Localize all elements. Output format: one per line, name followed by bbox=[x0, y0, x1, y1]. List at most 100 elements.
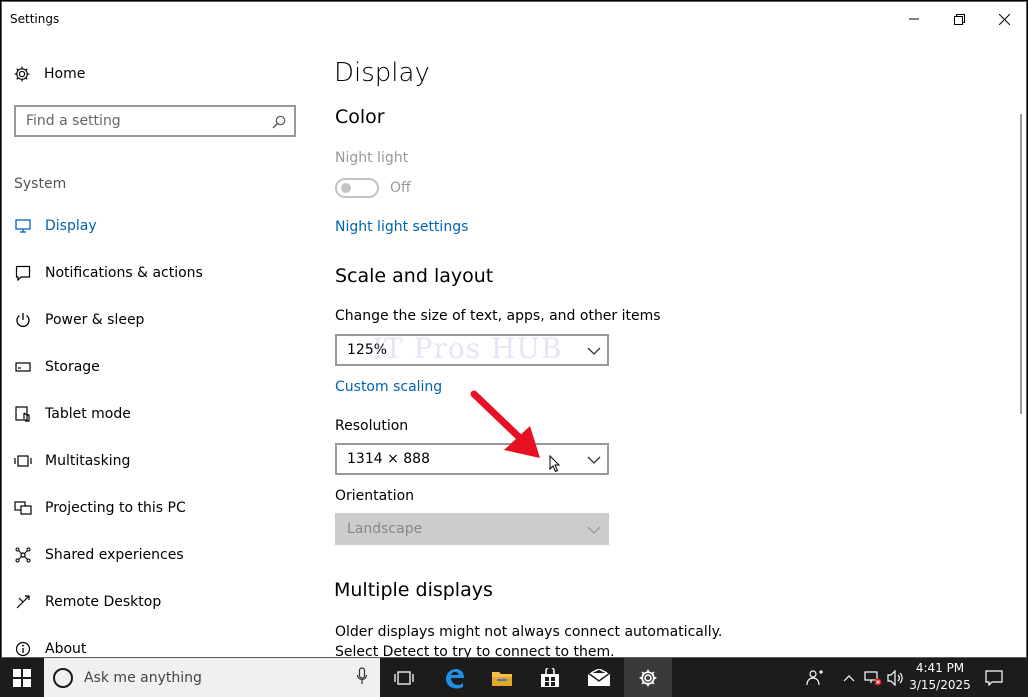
gear-icon bbox=[639, 669, 657, 686]
network-disconnected-icon bbox=[864, 670, 882, 685]
edge-button[interactable] bbox=[430, 658, 478, 697]
task-view-icon bbox=[394, 670, 414, 685]
sidebar-item-multitasking[interactable]: Multitasking bbox=[2, 437, 312, 484]
store-button[interactable] bbox=[526, 658, 574, 697]
volume-button[interactable] bbox=[886, 658, 906, 697]
gear-icon bbox=[12, 64, 32, 84]
chevron-down-icon bbox=[587, 523, 601, 539]
people-button[interactable] bbox=[804, 658, 826, 697]
sidebar-item-label: Shared experiences bbox=[45, 546, 184, 563]
sidebar-item-display[interactable]: Display bbox=[2, 202, 312, 249]
cortana-search-box[interactable]: Ask me anything bbox=[44, 658, 380, 697]
tablet-icon bbox=[14, 405, 32, 423]
settings-window: Settings Home System bbox=[1, 1, 1027, 658]
orientation-value: Landscape bbox=[347, 521, 423, 537]
close-icon bbox=[998, 13, 1010, 25]
minimize-button[interactable] bbox=[891, 2, 937, 36]
sidebar-item-label: Notifications & actions bbox=[45, 264, 203, 281]
main-content: Display Color Night light Off Night ligh… bbox=[334, 36, 1026, 657]
night-light-state: Off bbox=[390, 180, 411, 196]
edge-icon bbox=[446, 668, 464, 688]
cortana-icon bbox=[53, 667, 73, 688]
sidebar-item-power[interactable]: Power & sleep bbox=[2, 296, 312, 343]
microphone-icon[interactable] bbox=[356, 666, 368, 689]
show-hidden-icons-button[interactable] bbox=[840, 658, 858, 697]
sidebar-item-label: Display bbox=[45, 217, 97, 234]
multitasking-icon bbox=[14, 452, 32, 470]
orientation-label: Orientation bbox=[335, 488, 415, 504]
action-center-button[interactable] bbox=[982, 658, 1006, 697]
action-center-icon bbox=[985, 669, 1003, 686]
projecting-icon bbox=[14, 499, 32, 517]
sidebar-item-label: Power & sleep bbox=[45, 311, 145, 328]
section-label-system: System bbox=[14, 176, 67, 192]
windows-logo-icon bbox=[13, 668, 31, 687]
task-view-button[interactable] bbox=[380, 658, 428, 697]
remote-desktop-icon bbox=[14, 593, 32, 611]
home-label: Home bbox=[44, 66, 86, 82]
resolution-value: 1314 × 888 bbox=[347, 451, 430, 467]
notification-icon bbox=[14, 264, 32, 282]
search-icon[interactable] bbox=[272, 114, 286, 133]
sidebar-item-label: Projecting to this PC bbox=[45, 499, 186, 516]
sidebar-nav: Display Notifications & actions Power & … bbox=[2, 202, 312, 658]
sidebar-item-label: About bbox=[45, 640, 87, 657]
color-heading: Color bbox=[335, 106, 385, 128]
clock-time: 4:41 PM bbox=[915, 661, 965, 675]
multiple-displays-description: Older displays might not always connect … bbox=[335, 624, 723, 658]
restore-button[interactable] bbox=[936, 2, 982, 36]
scrollbar[interactable] bbox=[1020, 114, 1022, 414]
volume-icon bbox=[887, 669, 903, 686]
folder-icon bbox=[492, 671, 512, 686]
scale-layout-heading: Scale and layout bbox=[335, 265, 494, 287]
monitor-icon bbox=[14, 217, 32, 235]
info-icon bbox=[14, 640, 32, 658]
shared-icon bbox=[14, 546, 32, 564]
network-button[interactable] bbox=[862, 658, 884, 697]
sidebar-item-shared[interactable]: Shared experiences bbox=[2, 531, 312, 578]
sidebar-item-storage[interactable]: Storage bbox=[2, 343, 312, 390]
sidebar-item-remote-desktop[interactable]: Remote Desktop bbox=[2, 578, 312, 625]
title-bar: Settings bbox=[2, 2, 1026, 36]
sidebar-item-projecting[interactable]: Projecting to this PC bbox=[2, 484, 312, 531]
chevron-down-icon bbox=[587, 344, 601, 360]
mail-icon bbox=[587, 668, 611, 686]
sidebar-item-tablet[interactable]: Tablet mode bbox=[2, 390, 312, 437]
clock-date: 3/15/2025 bbox=[909, 678, 971, 692]
home-link[interactable]: Home bbox=[12, 64, 85, 84]
find-setting-search[interactable] bbox=[14, 105, 296, 137]
sidebar: Home System Display Notifications & acti… bbox=[2, 36, 312, 657]
page-title: Display bbox=[334, 58, 430, 88]
toggle-knob bbox=[341, 183, 351, 193]
scale-dropdown[interactable]: 125% bbox=[335, 334, 609, 366]
mail-button[interactable] bbox=[575, 658, 623, 697]
start-button[interactable] bbox=[0, 658, 44, 697]
close-button[interactable] bbox=[981, 2, 1026, 36]
window-title: Settings bbox=[10, 12, 60, 26]
night-light-settings-link[interactable]: Night light settings bbox=[335, 219, 468, 235]
multiple-displays-heading: Multiple displays bbox=[334, 579, 493, 601]
sidebar-item-label: Storage bbox=[45, 358, 100, 375]
resolution-dropdown[interactable]: 1314 × 888 bbox=[335, 443, 609, 475]
night-light-toggle[interactable] bbox=[335, 178, 379, 198]
sidebar-item-label: Tablet mode bbox=[45, 405, 131, 422]
sidebar-item-label: Multitasking bbox=[45, 452, 131, 469]
people-icon bbox=[806, 669, 823, 685]
taskbar: Ask me anything 4:41 PM 3/15/2025 bbox=[0, 658, 1028, 697]
sidebar-item-label: Remote Desktop bbox=[45, 593, 162, 610]
resolution-label: Resolution bbox=[335, 418, 409, 434]
chevron-up-icon bbox=[843, 674, 855, 681]
storage-icon bbox=[14, 358, 32, 376]
search-input[interactable] bbox=[16, 107, 256, 135]
cortana-placeholder: Ask me anything bbox=[84, 669, 202, 686]
sidebar-item-notifications[interactable]: Notifications & actions bbox=[2, 249, 312, 296]
restore-icon bbox=[953, 13, 965, 25]
custom-scaling-link[interactable]: Custom scaling bbox=[335, 379, 442, 395]
scale-value: 125% bbox=[347, 342, 388, 358]
orientation-dropdown[interactable]: Landscape bbox=[335, 513, 609, 545]
sidebar-item-about[interactable]: About bbox=[2, 625, 312, 658]
night-light-label: Night light bbox=[335, 150, 409, 166]
settings-taskbar-button[interactable] bbox=[624, 658, 672, 697]
file-explorer-button[interactable] bbox=[478, 658, 526, 697]
clock[interactable]: 4:41 PM 3/15/2025 bbox=[906, 660, 974, 694]
